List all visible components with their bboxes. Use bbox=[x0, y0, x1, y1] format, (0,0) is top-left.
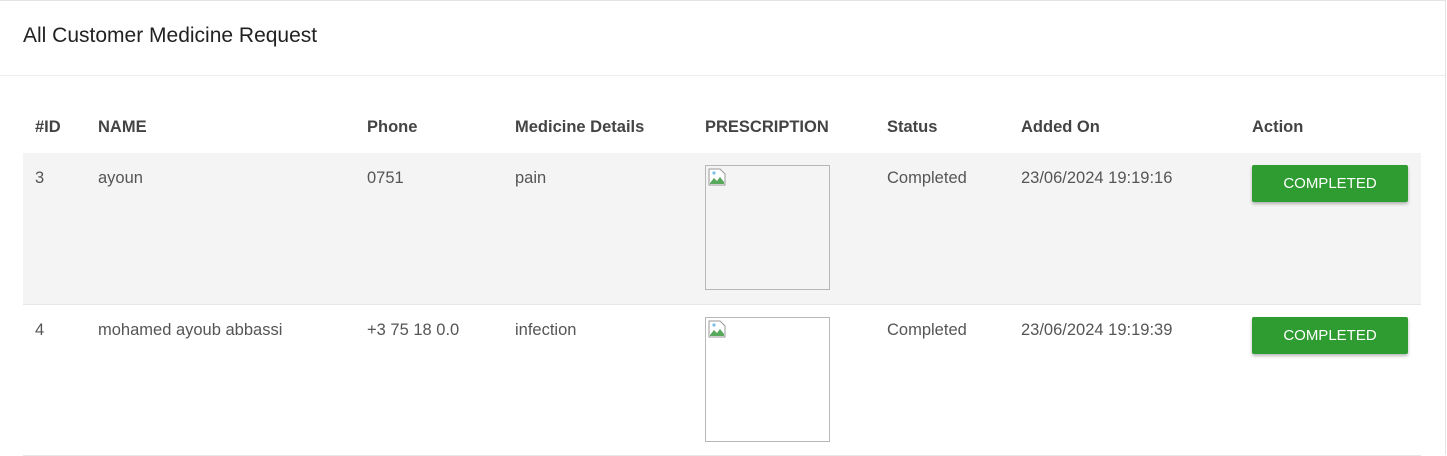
cell-phone: 0751 bbox=[355, 153, 503, 305]
prescription-image[interactable] bbox=[705, 316, 830, 442]
cell-action: Completed bbox=[1240, 153, 1421, 305]
medicine-request-card: All Customer Medicine Request #ID NAME P… bbox=[0, 0, 1446, 456]
broken-image-icon bbox=[708, 168, 726, 186]
column-header-status: Status bbox=[887, 117, 938, 136]
cell-prescription bbox=[693, 153, 875, 305]
cell-id: 3 bbox=[23, 153, 86, 305]
table-header-row: #ID NAME Phone Medicine Details PRESCRIP… bbox=[23, 101, 1421, 153]
cell-prescription bbox=[693, 304, 875, 456]
cell-name: mohamed ayoub abbassi bbox=[86, 304, 355, 456]
cell-id: 4 bbox=[23, 304, 86, 456]
column-header-prescription: PRESCRIPTION bbox=[705, 117, 829, 136]
column-header-id: #ID bbox=[35, 117, 61, 136]
requests-table: #ID NAME Phone Medicine Details PRESCRIP… bbox=[23, 101, 1421, 456]
page-title: All Customer Medicine Request bbox=[23, 24, 318, 47]
column-header-phone: Phone bbox=[367, 117, 418, 136]
column-header-name: NAME bbox=[98, 117, 147, 136]
cell-added-on: 23/06/2024 19:19:39 bbox=[1009, 304, 1240, 456]
cell-status: Completed bbox=[875, 153, 1009, 305]
cell-medicine-details: pain bbox=[503, 153, 693, 305]
cell-added-on: 23/06/2024 19:19:16 bbox=[1009, 153, 1240, 305]
broken-image-icon bbox=[708, 320, 726, 337]
card-header: All Customer Medicine Request bbox=[0, 1, 1445, 76]
column-header-action: Action bbox=[1252, 117, 1304, 136]
completed-button[interactable]: Completed bbox=[1252, 165, 1408, 202]
cell-action: Completed bbox=[1240, 304, 1421, 456]
table-row: 3 ayoun 0751 pain Completed 23/06/2024 1… bbox=[23, 153, 1421, 305]
cell-medicine-details: infection bbox=[503, 304, 693, 456]
column-header-added-on: Added On bbox=[1021, 117, 1100, 136]
column-header-medicine-details: Medicine Details bbox=[515, 117, 645, 136]
requests-table-container: #ID NAME Phone Medicine Details PRESCRIP… bbox=[23, 101, 1421, 456]
cell-phone: +3 75 18 0.0 bbox=[355, 304, 503, 456]
cell-status: Completed bbox=[875, 304, 1009, 456]
table-row: 4 mohamed ayoub abbassi +3 75 18 0.0 inf… bbox=[23, 304, 1421, 456]
completed-button[interactable]: Completed bbox=[1252, 316, 1408, 354]
cell-name: ayoun bbox=[86, 153, 355, 305]
prescription-image[interactable] bbox=[705, 165, 830, 290]
